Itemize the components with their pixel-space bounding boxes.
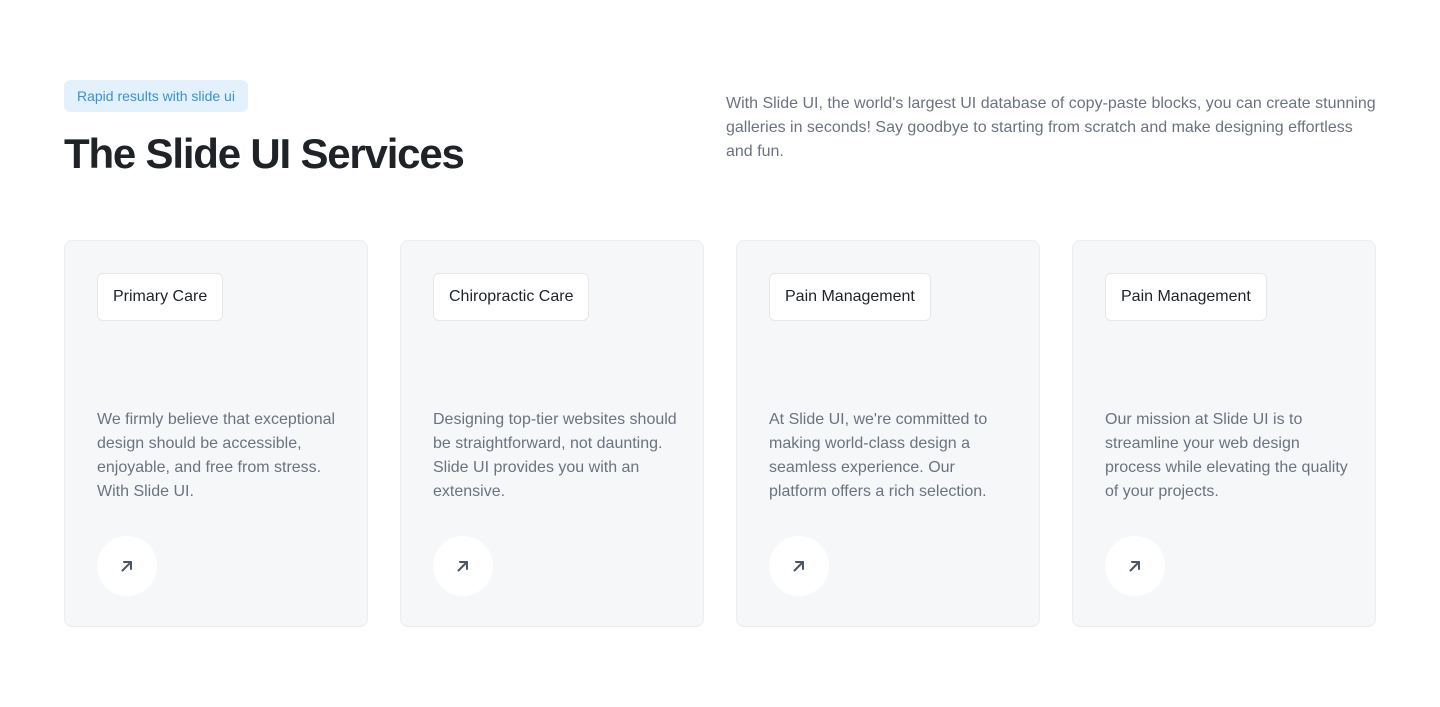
service-card-link-button[interactable]: [769, 536, 829, 596]
arrow-up-right-icon: [457, 561, 468, 572]
services-section: Rapid results with slide ui The Slide UI…: [0, 0, 1440, 707]
service-card-pain-management: Pain Management At Slide UI, we're commi…: [736, 240, 1040, 627]
service-card-link-button[interactable]: [97, 536, 157, 596]
service-cards: Primary Care We firmly believe that exce…: [64, 240, 1376, 627]
section-header: Rapid results with slide ui The Slide UI…: [64, 80, 1376, 200]
service-card-pain-management-2: Pain Management Our mission at Slide UI …: [1072, 240, 1376, 627]
section-badge: Rapid results with slide ui: [64, 80, 248, 112]
service-card-description: At Slide UI, we're committed to making w…: [769, 411, 988, 500]
service-card-description: Designing top-tier websites should be st…: [433, 411, 677, 500]
service-card-chiropractic-care: Chiropractic Care Designing top-tier web…: [400, 240, 704, 627]
service-card-link-button[interactable]: [433, 536, 493, 596]
service-card-tag: Pain Management: [1105, 273, 1267, 321]
service-card-tag: Pain Management: [769, 273, 931, 321]
arrow-up-right-icon: [1129, 561, 1140, 572]
service-card-description: Our mission at Slide UI is to streamline…: [1105, 411, 1348, 500]
service-card-tag: Primary Care: [97, 273, 224, 321]
service-card-tag: Chiropractic Care: [433, 273, 590, 321]
arrow-up-right-icon: [121, 561, 132, 572]
section-intro: With Slide UI, the world's largest UI da…: [726, 95, 1376, 160]
arrow-up-right-icon: [793, 561, 804, 572]
service-card-primary-care: Primary Care We firmly believe that exce…: [64, 240, 368, 627]
page-title: The Slide UI Services: [64, 130, 465, 177]
service-card-link-button[interactable]: [1105, 536, 1165, 596]
service-card-description: We firmly believe that exceptional desig…: [97, 411, 336, 500]
